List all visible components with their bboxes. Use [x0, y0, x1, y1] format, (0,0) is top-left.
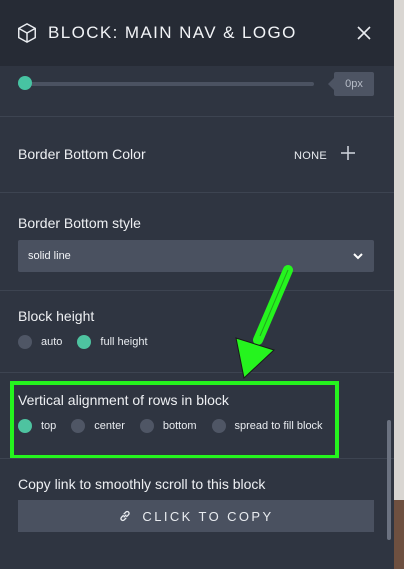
slider-track[interactable]	[18, 82, 314, 86]
panel-header: BLOCK: MAIN NAV & LOGO	[0, 0, 394, 66]
slider-value-badge: 0px	[328, 72, 374, 96]
block-height-options: auto full height	[18, 335, 163, 349]
border-width-slider[interactable]: 0px	[18, 70, 374, 98]
close-icon[interactable]	[354, 23, 374, 43]
click-to-copy-button[interactable]: CLICK TO COPY	[18, 500, 374, 532]
scrollbar[interactable]	[387, 420, 391, 540]
border-bottom-style-select[interactable]: solid line	[18, 240, 374, 272]
arrow-annotation	[235, 265, 293, 379]
radio-dot[interactable]	[18, 335, 32, 349]
slider-thumb[interactable]	[18, 76, 32, 90]
plus-icon[interactable]	[340, 145, 356, 161]
radio-label: full height	[100, 336, 148, 348]
select-value: solid line	[28, 250, 71, 262]
border-bottom-color-label: Border Bottom Color	[18, 146, 146, 162]
link-icon	[120, 510, 131, 522]
radio-label: auto	[41, 336, 63, 348]
radio-dot-selected[interactable]	[77, 335, 92, 349]
divider	[0, 192, 394, 193]
border-bottom-color-value: NONE	[294, 150, 327, 162]
block-height-option-auto[interactable]: auto	[18, 335, 62, 349]
button-label: CLICK TO COPY	[142, 508, 274, 524]
divider	[0, 116, 394, 117]
block-height-label: Block height	[18, 308, 95, 324]
divider	[0, 458, 394, 459]
divider	[0, 290, 394, 291]
block-settings-panel: BLOCK: MAIN NAV & LOGO 0px Border Bottom…	[0, 0, 394, 569]
border-bottom-style-label: Border Bottom style	[18, 215, 141, 231]
highlight-box	[10, 381, 339, 459]
cube-icon	[18, 23, 36, 43]
panel-title: BLOCK: MAIN NAV & LOGO	[48, 23, 297, 42]
copy-link-label: Copy link to smoothly scroll to this blo…	[18, 476, 266, 492]
block-height-option-full-height[interactable]: full height	[77, 335, 148, 349]
divider	[0, 372, 394, 373]
chevron-down-icon	[353, 253, 363, 260]
